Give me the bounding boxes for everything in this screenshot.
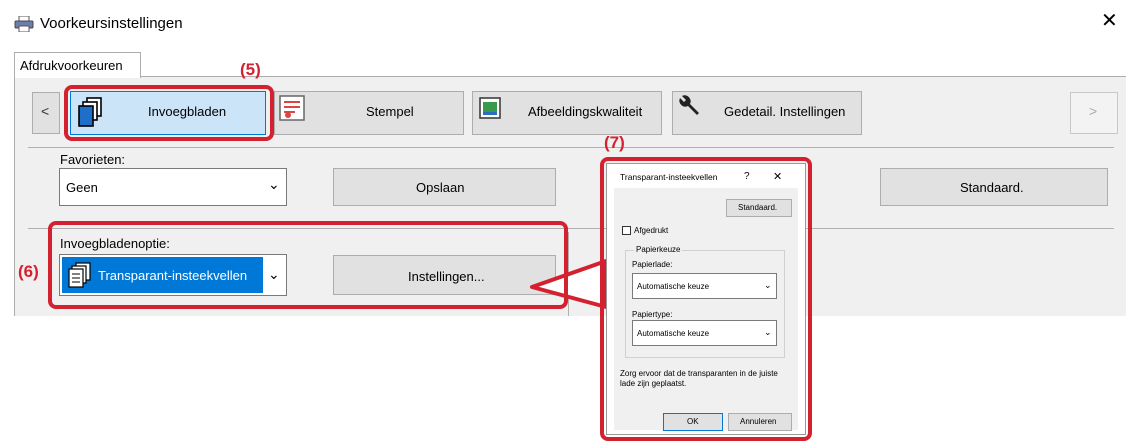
divider: [28, 147, 1114, 148]
close-icon[interactable]: ✕: [1101, 11, 1118, 31]
annotation-label-7: (7): [604, 133, 625, 152]
annotation-label-5: (5): [240, 60, 261, 79]
wrench-icon: [679, 95, 699, 115]
afgedrukt-checkbox[interactable]: [622, 226, 631, 235]
papierkeuze-label: Papierkeuze: [634, 245, 683, 254]
annotation-box-6: [48, 221, 568, 309]
annotation-box-5: [64, 85, 274, 141]
chevron-down-icon: ⌄: [764, 327, 772, 337]
annotation-label-6: (6): [18, 262, 39, 281]
papiertype-label: Papiertype:: [632, 310, 673, 319]
chevron-down-icon: ⌄: [764, 280, 772, 290]
dialog-title: Transparant-insteekvellen: [620, 172, 718, 182]
nav-prev-glyph: <: [41, 103, 50, 119]
dialog-close-icon[interactable]: ✕: [773, 170, 782, 183]
tab-label: Afdrukvoorkeuren: [20, 58, 123, 73]
gedetail-instellingen-label: Gedetail. Instellingen: [724, 104, 846, 119]
papierlade-value: Automatische keuze: [637, 282, 710, 291]
nav-next-glyph: >: [1089, 103, 1098, 119]
ok-label: OK: [687, 417, 699, 426]
dialog-note: Zorg ervoor dat de transparanten in de j…: [620, 369, 778, 388]
image-quality-icon: [479, 97, 501, 119]
dialog-standaard-label: Standaard.: [738, 203, 778, 212]
favorites-value: Geen: [66, 180, 98, 195]
afbeeldingskwaliteit-label: Afbeeldingskwaliteit: [528, 104, 643, 119]
chevron-down-icon: ⌄: [268, 176, 280, 192]
standaard-label: Standaard.: [960, 180, 1024, 195]
opslaan-label: Opslaan: [416, 180, 465, 195]
stempel-label: Stempel: [366, 104, 414, 119]
printer-icon: [14, 16, 34, 32]
window-title: Voorkeursinstellingen: [40, 15, 183, 32]
afgedrukt-label: Afgedrukt: [634, 226, 669, 235]
papiertype-value: Automatische keuze: [637, 329, 710, 338]
annuleren-label: Annuleren: [740, 417, 777, 426]
help-icon[interactable]: ?: [744, 171, 750, 182]
papierlade-label: Papierlade:: [632, 260, 673, 269]
stamp-icon: [279, 95, 305, 121]
favorites-label: Favorieten:: [60, 152, 126, 167]
